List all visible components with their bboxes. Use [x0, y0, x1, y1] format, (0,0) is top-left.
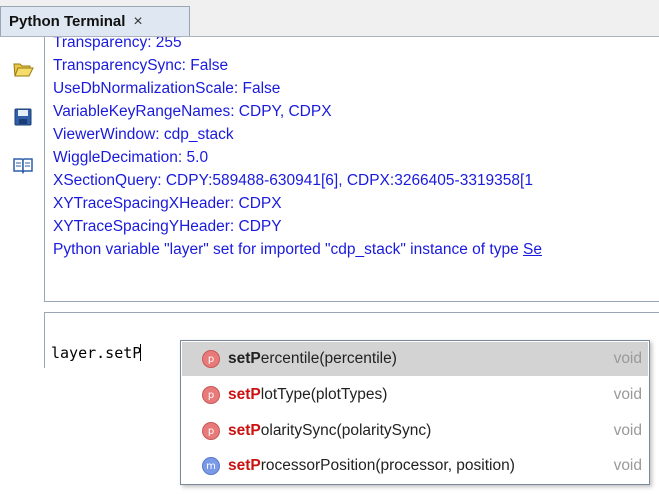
output-line: WiggleDecimation: 5.0 [53, 149, 209, 166]
completion-return-type: void [613, 386, 642, 403]
output-line: XSectionQuery: CDPY:589488-630941[6], CD… [53, 172, 533, 189]
completion-rest: ercentile(percentile) [260, 350, 397, 367]
method-icon: m [202, 457, 220, 475]
output-lines: Transparency: 255 TransparencySync: Fals… [53, 37, 542, 261]
save-icon[interactable] [12, 106, 34, 128]
completion-item[interactable]: p setPlotType(plotTypes) void [182, 378, 648, 412]
completion-return-type: void [613, 350, 642, 367]
tab-title: Python Terminal [9, 13, 126, 30]
completion-item[interactable]: p setPercentile(percentile) void [182, 342, 648, 376]
completion-signature: setProcessorPosition(processor, position… [228, 457, 515, 475]
completion-item[interactable]: p setPolaritySync(polaritySync) void [182, 414, 648, 448]
completion-signature: setPercentile(percentile) [228, 350, 397, 368]
property-icon: p [202, 386, 220, 404]
output-line: XYTraceSpacingYHeader: CDPY [53, 218, 282, 235]
completion-rest: olaritySync(polaritySync) [260, 422, 432, 439]
close-icon[interactable]: × [133, 13, 142, 31]
completion-match: setP [228, 422, 261, 439]
output-line-text: Python variable "layer" set for imported… [53, 241, 524, 258]
autocomplete-popup: p setPercentile(percentile) void p setPl… [180, 340, 650, 485]
output-line: ViewerWindow: cdp_stack [53, 126, 234, 143]
output-line: XYTraceSpacingXHeader: CDPX [53, 195, 282, 212]
completion-match: setP [228, 386, 261, 403]
output-line: UseDbNormalizationScale: False [53, 80, 281, 97]
input-value: layer.setP [51, 344, 142, 362]
command-input-text: layer.setP [51, 344, 142, 362]
completion-match: setP [228, 457, 261, 474]
text-caret [140, 344, 142, 361]
completion-match: setP [228, 350, 261, 367]
output-line: Transparency: 255 [53, 37, 182, 51]
output-line-last: Python variable "layer" set for imported… [53, 238, 542, 261]
output-line: TransparencySync: False [53, 57, 229, 74]
completion-rest: rocessorPosition(processor, position) [260, 457, 515, 474]
completion-signature: setPlotType(plotTypes) [228, 386, 387, 404]
property-icon: p [202, 422, 220, 440]
tab-strip: Python Terminal × [0, 0, 659, 37]
terminal-toolbar [0, 37, 44, 494]
folder-open-icon[interactable] [12, 58, 34, 80]
completion-rest: lotType(plotTypes) [260, 386, 388, 403]
terminal-output[interactable]: Transparency: 255 TransparencySync: Fals… [44, 37, 659, 302]
completion-return-type: void [613, 422, 642, 439]
book-icon[interactable] [12, 154, 34, 176]
completion-signature: setPolaritySync(polaritySync) [228, 422, 431, 440]
output-line: VariableKeyRangeNames: CDPY, CDPX [53, 103, 332, 120]
tab-python-terminal[interactable]: Python Terminal × [0, 6, 190, 36]
property-icon: p [202, 350, 220, 368]
type-link[interactable]: Se [523, 241, 542, 258]
completion-item[interactable]: m setProcessorPosition(processor, positi… [182, 449, 648, 483]
completion-return-type: void [613, 457, 642, 474]
